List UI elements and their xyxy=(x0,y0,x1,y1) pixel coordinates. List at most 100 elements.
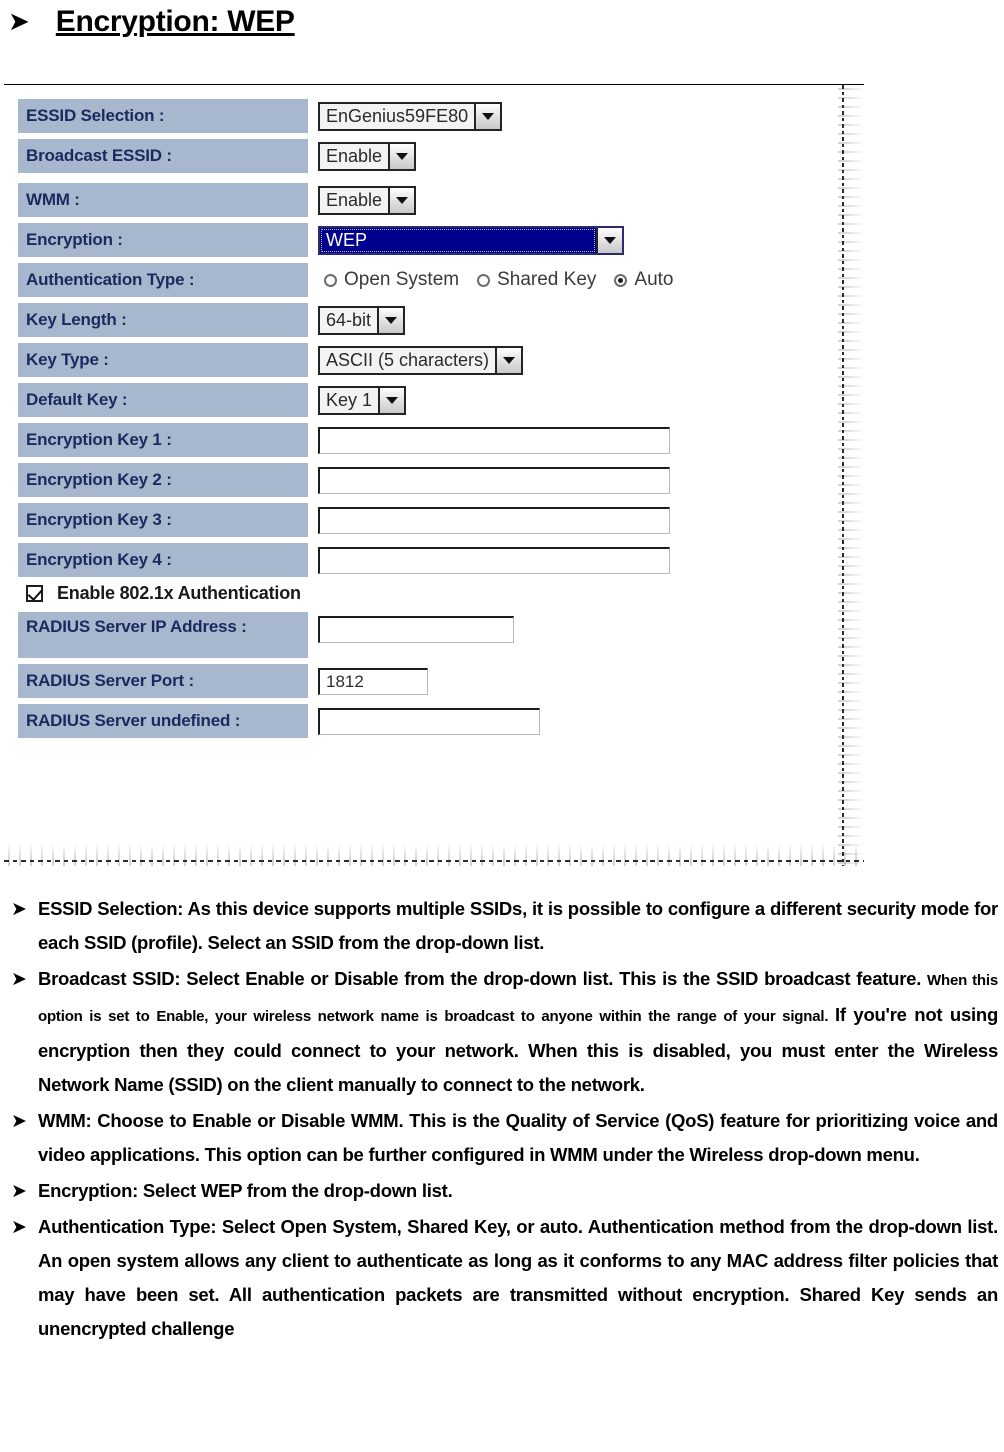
encryption-value: WEP xyxy=(320,227,596,253)
list-item: ➤ Broadcast SSID: Select Enable or Disab… xyxy=(0,962,1004,1102)
radius-server-undefined-input[interactable] xyxy=(318,707,540,735)
page-title: ➤ Encryption: WEP xyxy=(0,0,1004,44)
torn-paper-right-edge xyxy=(838,85,864,866)
bullet-arrow-icon: ➤ xyxy=(11,1110,27,1132)
value-default-key: Key 1 xyxy=(308,383,778,417)
torn-paper-bottom-edge xyxy=(4,843,864,866)
radio-open-system-label: Open System xyxy=(344,269,460,290)
key-type-select[interactable]: ASCII (5 characters) xyxy=(318,345,524,375)
label-encryption: Encryption : xyxy=(18,223,308,257)
value-radius-port: 1812 xyxy=(308,664,778,698)
form-row-broadcast-essid: Broadcast ESSID : Enable xyxy=(18,139,778,173)
label-default-key: Default Key : xyxy=(18,383,308,417)
radius-server-ip-input[interactable] xyxy=(318,615,514,643)
form-row-encryption-key-2: Encryption Key 2 : xyxy=(18,463,778,497)
wmm-value: Enable xyxy=(326,189,383,210)
bullet-arrow-icon: ➤ xyxy=(8,7,30,37)
label-encryption-key-4: Encryption Key 4 : xyxy=(18,543,308,577)
bullet-arrow-icon: ➤ xyxy=(11,1216,27,1238)
encryption-select[interactable]: WEP xyxy=(318,225,624,255)
radio-icon-selected[interactable] xyxy=(614,273,628,287)
chevron-down-icon[interactable] xyxy=(474,103,501,129)
radio-shared-key[interactable]: Shared Key xyxy=(477,269,596,291)
chevron-down-icon[interactable] xyxy=(495,347,522,373)
authentication-type-radio-group: Open System Shared Key Auto xyxy=(318,269,674,291)
chevron-down-icon[interactable] xyxy=(388,187,415,213)
encryption-key-1-input[interactable] xyxy=(318,426,670,454)
text-part: ESSID Selection: As this device supports… xyxy=(38,898,998,953)
value-encryption: WEP xyxy=(308,223,778,257)
wmm-select[interactable]: Enable xyxy=(318,185,417,215)
chevron-down-icon[interactable] xyxy=(388,143,415,169)
label-radius-undefined: RADIUS Server undefined : xyxy=(18,704,308,738)
checkbox-icon-checked[interactable] xyxy=(26,585,43,602)
default-key-select[interactable]: Key 1 xyxy=(318,385,407,415)
encryption-key-2-input[interactable] xyxy=(318,466,670,494)
screenshot-canvas: ESSID Selection : EnGenius59FE80 Broadca… xyxy=(4,84,864,866)
value-radius-undefined xyxy=(308,704,778,738)
radio-auto[interactable]: Auto xyxy=(614,269,674,291)
broadcast-essid-select[interactable]: Enable xyxy=(318,141,417,171)
bullet-arrow-icon: ➤ xyxy=(11,1180,27,1202)
radius-server-port-input[interactable]: 1812 xyxy=(318,667,428,695)
form-row-default-key: Default Key : Key 1 xyxy=(18,383,778,417)
enable-8021x-row[interactable]: Enable 802.1x Authentication xyxy=(26,583,778,604)
form-row-encryption-key-1: Encryption Key 1 : xyxy=(18,423,778,457)
radio-auto-label: Auto xyxy=(634,269,674,290)
label-broadcast-essid: Broadcast ESSID : xyxy=(18,139,308,173)
value-encryption-key-4 xyxy=(308,543,778,577)
text-part: Broadcast SSID: Select Enable or Disable… xyxy=(38,968,928,989)
radio-shared-key-label: Shared Key xyxy=(497,269,597,290)
list-item-text: Authentication Type: Select Open System,… xyxy=(38,1210,1004,1346)
essid-selection-select[interactable]: EnGenius59FE80 xyxy=(318,101,503,131)
value-encryption-key-2 xyxy=(308,463,778,497)
form-row-encryption-key-4: Encryption Key 4 : xyxy=(18,543,778,577)
value-essid-selection: EnGenius59FE80 xyxy=(308,99,778,133)
label-radius-port: RADIUS Server Port : xyxy=(18,664,308,698)
value-authentication-type: Open System Shared Key Auto xyxy=(308,263,778,297)
form-row-encryption-key-3: Encryption Key 3 : xyxy=(18,503,778,537)
form-row-radius-ip: RADIUS Server IP Address : xyxy=(18,612,778,658)
radio-icon[interactable] xyxy=(477,273,491,287)
label-encryption-key-1: Encryption Key 1 : xyxy=(18,423,308,457)
value-key-type: ASCII (5 characters) xyxy=(308,343,778,377)
essid-selection-value: EnGenius59FE80 xyxy=(326,105,469,126)
form-row-wmm: WMM : Enable xyxy=(18,183,778,217)
text-part: Authentication Type: Select Open System,… xyxy=(38,1216,998,1339)
form-row-authentication-type: Authentication Type : Open System Shared… xyxy=(18,263,778,297)
value-wmm: Enable xyxy=(308,183,778,217)
radio-open-system[interactable]: Open System xyxy=(324,269,459,291)
form-row-key-type: Key Type : ASCII (5 characters) xyxy=(18,343,778,377)
form-row-essid-selection: ESSID Selection : EnGenius59FE80 xyxy=(18,99,778,133)
key-length-select[interactable]: 64-bit xyxy=(318,305,406,335)
enable-8021x-label: Enable 802.1x Authentication xyxy=(57,583,301,603)
list-item-text: Encryption: Select WEP from the drop-dow… xyxy=(38,1174,1004,1208)
label-wmm: WMM : xyxy=(18,183,308,217)
value-encryption-key-3 xyxy=(308,503,778,537)
text-part: Encryption: Select WEP from the drop-dow… xyxy=(38,1180,453,1201)
list-item-text: ESSID Selection: As this device supports… xyxy=(38,892,1004,960)
value-broadcast-essid: Enable xyxy=(308,139,778,173)
key-type-value: ASCII (5 characters) xyxy=(326,349,490,370)
radio-icon[interactable] xyxy=(324,273,337,287)
default-key-value: Key 1 xyxy=(326,389,373,410)
chevron-down-icon[interactable] xyxy=(377,307,404,333)
encryption-key-3-input[interactable] xyxy=(318,506,670,534)
value-encryption-key-1 xyxy=(308,423,778,457)
key-length-value: 64-bit xyxy=(326,309,372,330)
form-row-radius-port: RADIUS Server Port : 1812 xyxy=(18,664,778,698)
encryption-key-4-input[interactable] xyxy=(318,546,670,574)
value-radius-ip xyxy=(308,612,778,646)
list-item: ➤ Encryption: Select WEP from the drop-d… xyxy=(0,1174,1004,1208)
text-part: WMM: Choose to Enable or Disable WMM. Th… xyxy=(38,1110,998,1165)
chevron-down-icon[interactable] xyxy=(596,227,622,253)
form-row-encryption: Encryption : WEP xyxy=(18,223,778,257)
broadcast-essid-value: Enable xyxy=(326,145,383,166)
list-item: ➤ ESSID Selection: As this device suppor… xyxy=(0,892,1004,960)
label-authentication-type: Authentication Type : xyxy=(18,263,308,297)
wireless-security-form: ESSID Selection : EnGenius59FE80 Broadca… xyxy=(18,99,778,744)
chevron-down-icon[interactable] xyxy=(378,387,405,413)
label-encryption-key-2: Encryption Key 2 : xyxy=(18,463,308,497)
value-key-length: 64-bit xyxy=(308,303,778,337)
form-row-key-length: Key Length : 64-bit xyxy=(18,303,778,337)
